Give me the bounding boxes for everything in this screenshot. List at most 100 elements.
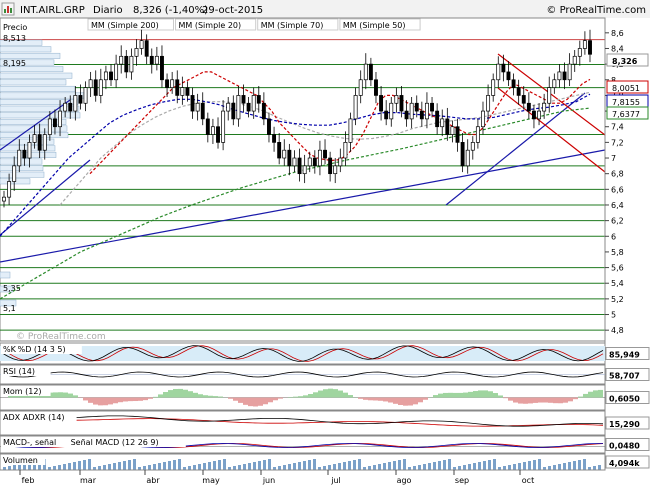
candle-body bbox=[333, 165, 338, 175]
candle-body bbox=[42, 134, 47, 151]
candle-body bbox=[231, 102, 236, 120]
volume-profile-bar bbox=[0, 112, 81, 119]
volume-bar bbox=[598, 465, 601, 470]
candle-body bbox=[338, 157, 343, 167]
mom-area-bar bbox=[593, 390, 598, 398]
mom-area-bar bbox=[103, 397, 108, 406]
mom-area-bar bbox=[248, 397, 253, 407]
candle-body bbox=[134, 48, 139, 57]
mom-area-bar bbox=[173, 388, 178, 398]
indicator-label: %K bbox=[3, 345, 17, 354]
volume-bar bbox=[443, 460, 446, 470]
mom-area-bar bbox=[483, 390, 488, 398]
candle-body bbox=[149, 55, 154, 65]
candle-body bbox=[210, 126, 215, 135]
mom-area-bar bbox=[118, 397, 123, 403]
candle-body bbox=[221, 110, 226, 143]
mom-area-bar bbox=[253, 397, 258, 407]
candle-body bbox=[216, 126, 220, 143]
volume-profile-bar bbox=[0, 85, 76, 92]
candle-body bbox=[58, 110, 63, 128]
mom-area-bar bbox=[403, 397, 408, 406]
mom-area-bar bbox=[323, 389, 328, 398]
x-tick-label: oct bbox=[522, 476, 534, 485]
candle-body bbox=[160, 55, 164, 81]
header-period: Diario bbox=[93, 5, 123, 16]
candle-body bbox=[384, 110, 389, 120]
mom-area-bar bbox=[588, 391, 593, 398]
indicator-value: 4,094k bbox=[609, 459, 640, 468]
mom-area-bar bbox=[58, 392, 63, 398]
mom-area-bar bbox=[518, 397, 523, 404]
candle-body bbox=[537, 110, 541, 120]
candle-body bbox=[531, 110, 536, 120]
candle-body bbox=[328, 157, 333, 175]
volume-bar bbox=[68, 463, 71, 470]
volume-bar bbox=[73, 462, 76, 470]
candle-body bbox=[63, 102, 68, 112]
mom-area-bar bbox=[243, 397, 248, 405]
y-tick-label: 5,6 bbox=[611, 264, 624, 273]
volume-bar bbox=[528, 461, 531, 470]
mom-area-bar bbox=[423, 397, 428, 400]
candle-body bbox=[506, 71, 511, 81]
mom-area-bar bbox=[198, 394, 203, 398]
volume-bar bbox=[538, 459, 541, 470]
candle-body bbox=[572, 55, 577, 65]
volume-bar bbox=[308, 460, 311, 470]
volume-bar bbox=[63, 464, 66, 470]
candle-body bbox=[272, 134, 277, 143]
x-tick-label: feb bbox=[22, 476, 35, 485]
candle-body bbox=[516, 87, 521, 96]
indicator-label2: %D (14 3 5) bbox=[18, 345, 66, 354]
mom-area-bar bbox=[368, 397, 373, 401]
mom-area-bar bbox=[153, 396, 158, 398]
candle-body bbox=[363, 63, 368, 81]
header-site: © ProRealTime.com bbox=[546, 5, 646, 16]
mom-area-bar bbox=[313, 392, 318, 398]
candle-body bbox=[491, 79, 496, 96]
mom-area-bar bbox=[573, 397, 578, 400]
mom-area-bar bbox=[143, 397, 148, 401]
y-tick-label: 5 bbox=[611, 311, 616, 320]
mom-area-bar bbox=[168, 390, 173, 398]
mom-area-bar bbox=[268, 397, 273, 403]
mom-area-bar bbox=[513, 397, 518, 403]
candle-body bbox=[521, 95, 526, 104]
volume-bar bbox=[208, 462, 211, 470]
mom-area-bar bbox=[273, 397, 278, 401]
candle-body bbox=[419, 110, 424, 120]
volume-bar bbox=[243, 464, 246, 470]
volume-bar bbox=[283, 465, 286, 470]
volume-bar bbox=[53, 466, 56, 470]
candle-body bbox=[236, 95, 241, 120]
mom-area-bar bbox=[318, 390, 323, 398]
volume-bar bbox=[488, 460, 491, 470]
volume-bar bbox=[333, 464, 336, 470]
candle-body bbox=[267, 118, 271, 135]
profile-label: 8,513 bbox=[3, 34, 26, 43]
mom-area-bar bbox=[548, 397, 553, 403]
legend-label: MM (Simple 50) bbox=[343, 21, 406, 30]
volume-bar bbox=[428, 463, 431, 470]
candle-body bbox=[440, 118, 445, 128]
mom-area-bar bbox=[598, 389, 603, 398]
indicator-value: 0,6050 bbox=[609, 395, 640, 404]
candle-body bbox=[68, 102, 73, 112]
mom-area-bar bbox=[508, 397, 513, 401]
volume-bar bbox=[313, 459, 316, 470]
volume-profile-bar bbox=[0, 145, 56, 152]
volume-bar bbox=[373, 465, 376, 470]
volume-bar bbox=[533, 460, 536, 470]
y-tick-label: 6,6 bbox=[611, 185, 624, 194]
candle-body bbox=[93, 79, 98, 96]
mom-area-bar bbox=[398, 397, 403, 406]
mom-area-bar bbox=[188, 391, 193, 398]
volume-bar bbox=[593, 466, 596, 470]
volume-bar bbox=[423, 464, 426, 470]
mom-area-bar bbox=[53, 392, 58, 398]
candle-body bbox=[307, 157, 312, 167]
x-tick-label: sep bbox=[455, 476, 469, 485]
candle-body bbox=[144, 40, 149, 57]
mom-area-bar bbox=[413, 397, 418, 405]
